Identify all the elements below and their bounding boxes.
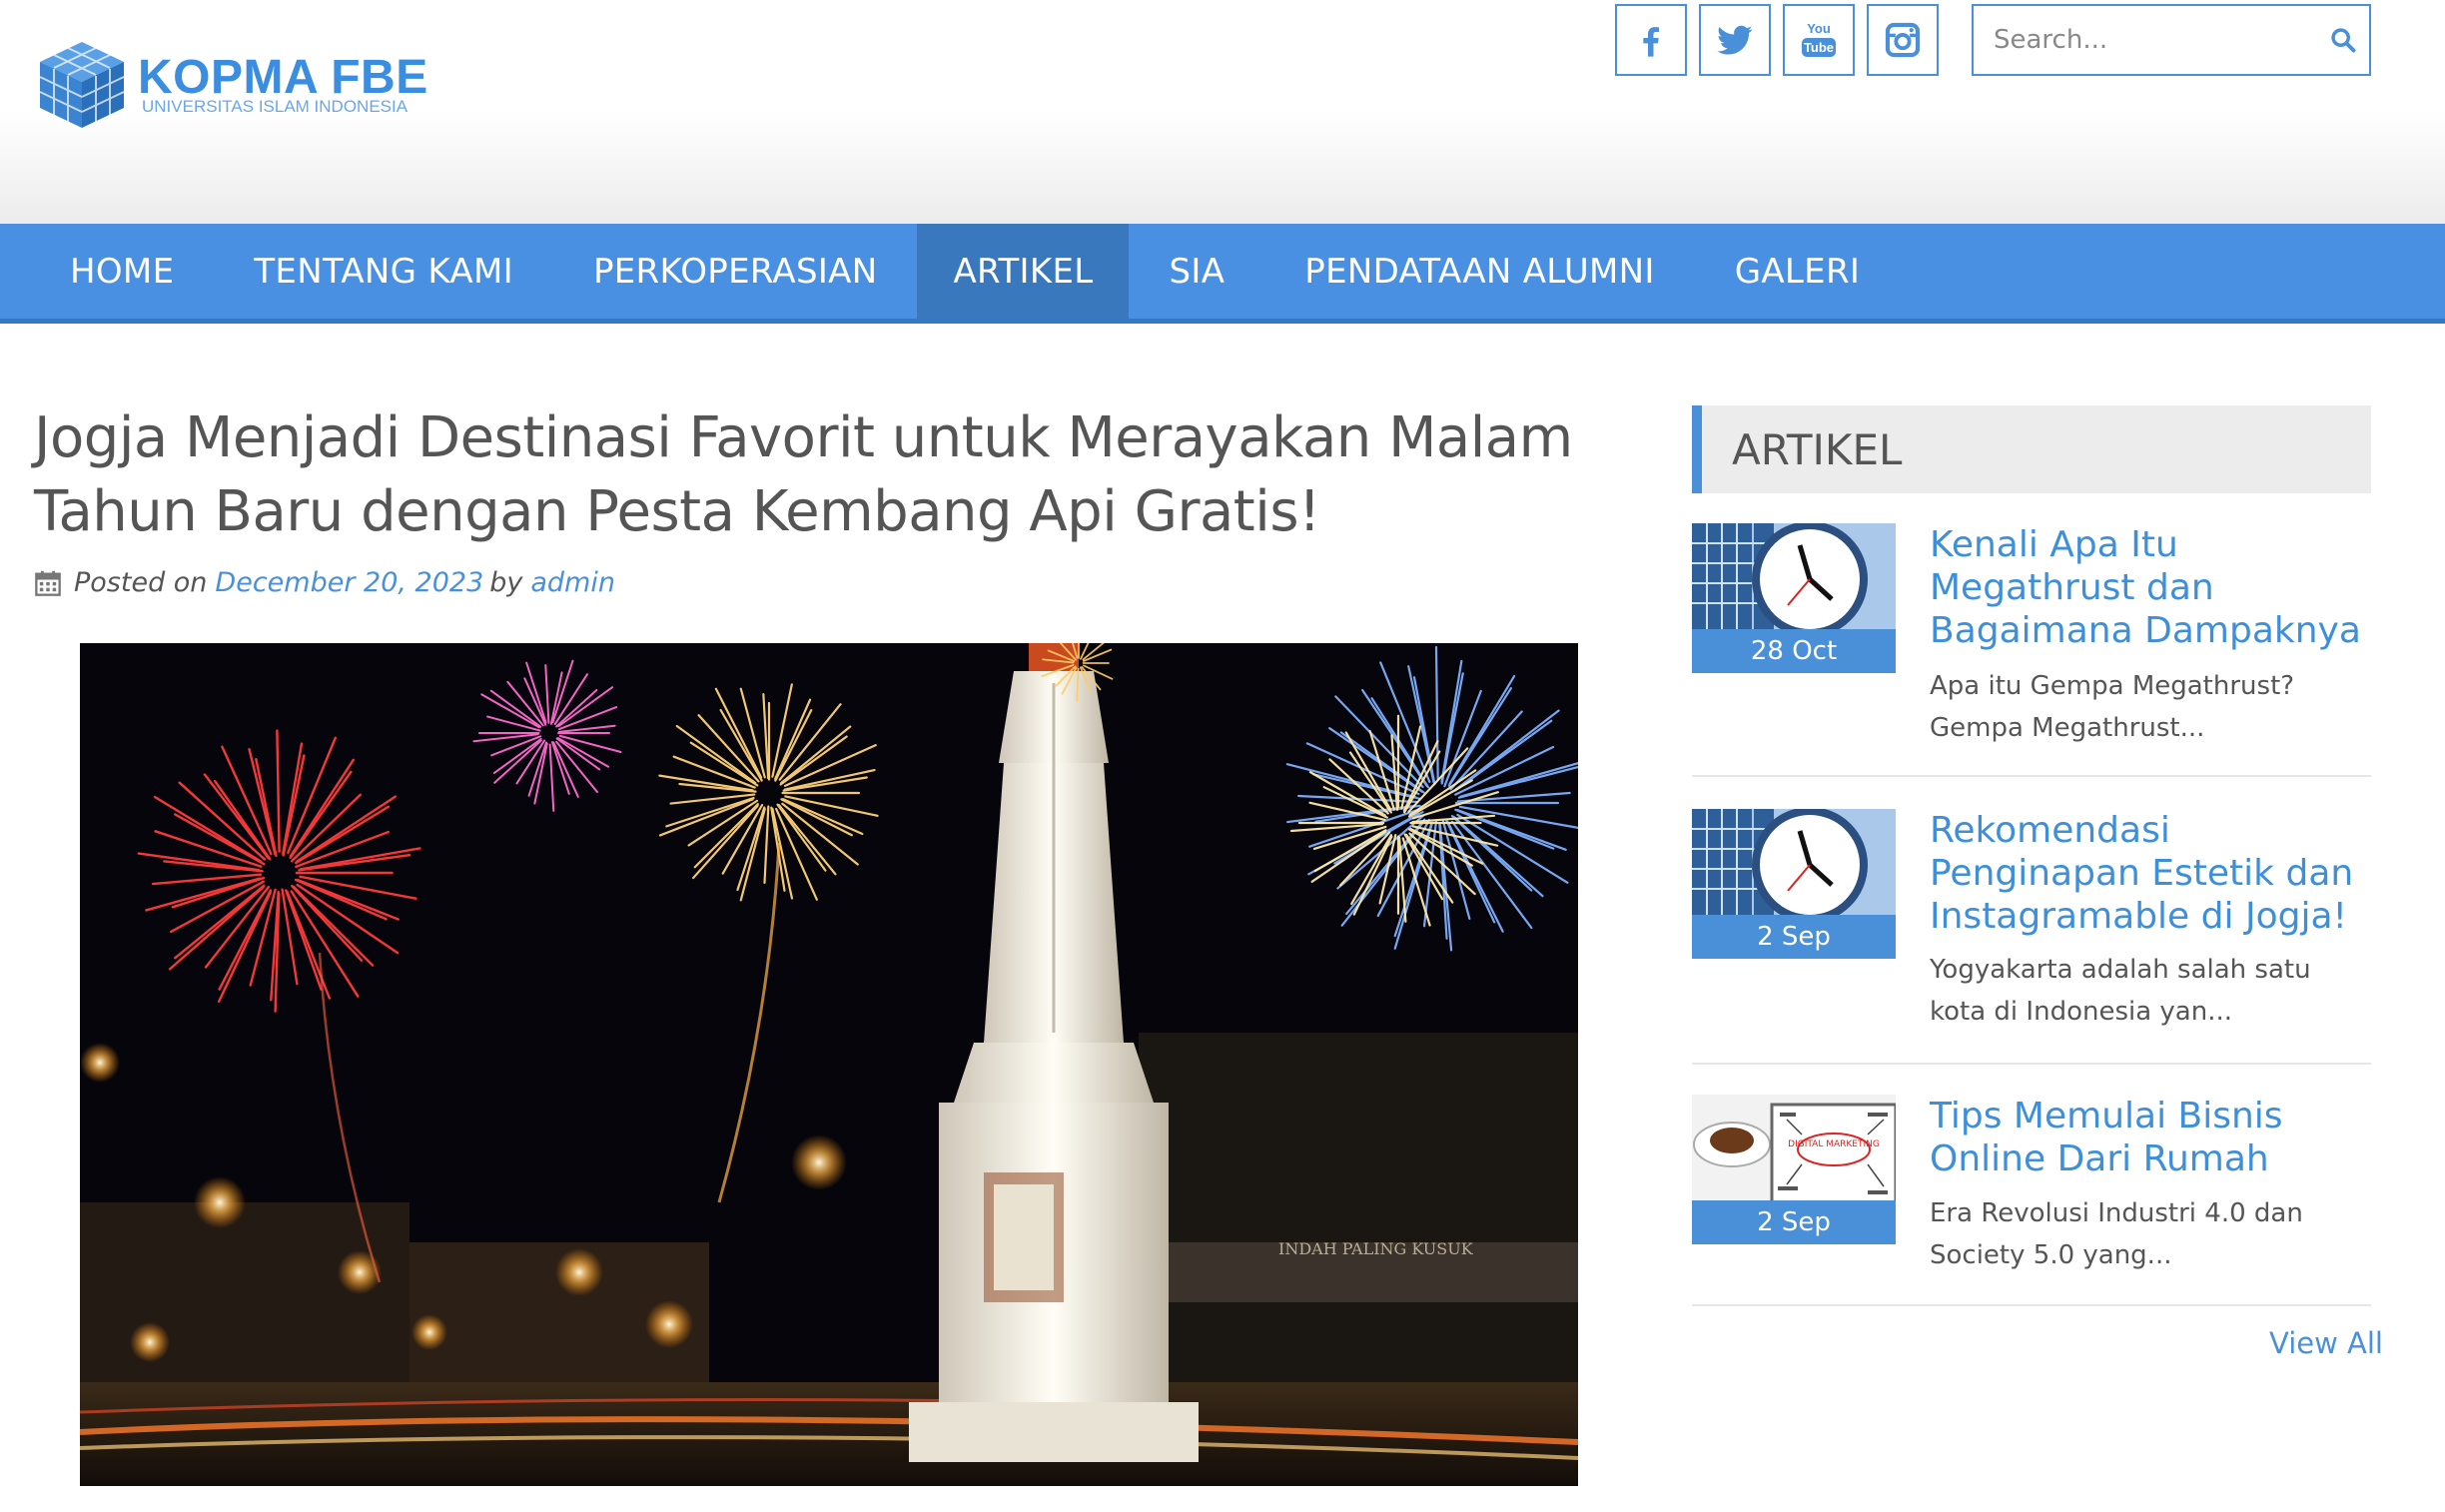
nav-item-tentang-kami[interactable]: TENTANG KAMI — [214, 224, 553, 319]
article-title-link[interactable]: Kenali Apa Itu Megathrust dan Bagaimana … — [1930, 523, 2369, 652]
cube-logo-icon — [39, 42, 125, 128]
search-icon — [2331, 28, 2356, 53]
fireworks-tugu-image: INDAH PALING KUSUK — [80, 643, 1578, 1486]
nav-item-pendataan-alumni[interactable]: PENDATAAN ALUMNI — [1264, 224, 1694, 319]
sidebar-widget-heading: ARTIKEL — [1692, 405, 2371, 493]
main-navigation: HOME TENTANG KAMI PERKOPERASIAN ARTIKEL … — [0, 224, 2445, 324]
search-input[interactable] — [1974, 6, 2317, 74]
sidebar-article-item: DIGITAL MARKETING 2 Sep Tips Memulai Bis… — [1692, 1095, 2371, 1314]
nav-item-galeri[interactable]: GALERI — [1695, 224, 1900, 319]
nav-item-perkoperasian[interactable]: PERKOPERASIAN — [553, 224, 918, 319]
svg-text:INDAH PALING KUSUK: INDAH PALING KUSUK — [1278, 1239, 1474, 1258]
article-date-badge: 2 Sep — [1692, 1200, 1896, 1244]
youtube-button[interactable]: You Tube — [1783, 4, 1855, 76]
instagram-button[interactable] — [1867, 4, 1939, 76]
by-label: by — [489, 567, 523, 598]
article-thumbnail[interactable]: 2 Sep — [1692, 809, 1896, 959]
post-title: Jogja Menjadi Destinasi Favorit untuk Me… — [34, 405, 1573, 544]
sidebar-article-item: 28 Oct Kenali Apa Itu Megathrust dan Bag… — [1692, 523, 2371, 783]
svg-text:Tube: Tube — [1804, 40, 1834, 55]
article-title-link[interactable]: Tips Memulai Bisnis Online Dari Rumah — [1930, 1095, 2369, 1180]
article-excerpt: Era Revolusi Industri 4.0 dan Society 5.… — [1930, 1198, 2303, 1270]
calendar-icon — [35, 570, 61, 596]
logo-subtitle: UNIVERSITAS ISLAM INDONESIA — [142, 97, 408, 116]
sidebar-article-item: 2 Sep Rekomendasi Penginapan Estetik dan… — [1692, 809, 2371, 1069]
svg-text:DIGITAL MARKETING: DIGITAL MARKETING — [1788, 1139, 1880, 1149]
article-thumbnail[interactable]: DIGITAL MARKETING 2 Sep — [1692, 1095, 1896, 1244]
search-button[interactable] — [2317, 10, 2369, 70]
divider — [1692, 1063, 2371, 1065]
posted-on-label: Posted on — [74, 567, 208, 598]
post-featured-image: INDAH PALING KUSUK — [80, 643, 1578, 1486]
divider — [1692, 775, 2371, 777]
youtube-icon: You Tube — [1802, 21, 1836, 57]
article-date-badge: 2 Sep — [1692, 915, 1896, 959]
view-all-link[interactable]: View All — [2269, 1326, 2383, 1360]
search-box — [1972, 4, 2371, 76]
article-title-link[interactable]: Rekomendasi Penginapan Estetik dan Insta… — [1930, 809, 2369, 938]
post-author-link[interactable]: admin — [530, 567, 615, 598]
svg-text:You: You — [1807, 21, 1831, 36]
nav-item-home[interactable]: HOME — [30, 224, 214, 319]
instagram-icon — [1885, 22, 1921, 58]
site-header: KOPMA FBE UNIVERSITAS ISLAM INDONESIA Yo… — [0, 0, 2445, 224]
article-excerpt: Yogyakarta adalah salah satu kota di Ind… — [1930, 955, 2311, 1027]
article-excerpt: Apa itu Gempa Megathrust? Gempa Megathru… — [1930, 671, 2295, 743]
divider — [1692, 1304, 2371, 1306]
article-thumbnail[interactable]: 28 Oct — [1692, 523, 1896, 673]
social-links: You Tube — [1615, 4, 1939, 76]
nav-item-sia[interactable]: SIA — [1129, 224, 1264, 319]
facebook-button[interactable] — [1615, 4, 1687, 76]
nav-item-artikel[interactable]: ARTIKEL — [917, 224, 1130, 319]
post-meta: Posted on December 20, 2023 by admin — [34, 567, 615, 598]
site-logo[interactable]: KOPMA FBE UNIVERSITAS ISLAM INDONESIA — [34, 38, 433, 130]
facebook-icon — [1643, 27, 1659, 57]
twitter-icon — [1717, 25, 1753, 55]
twitter-button[interactable] — [1699, 4, 1771, 76]
article-date-badge: 28 Oct — [1692, 629, 1896, 673]
post-date-link[interactable]: December 20, 2023 — [215, 567, 483, 598]
